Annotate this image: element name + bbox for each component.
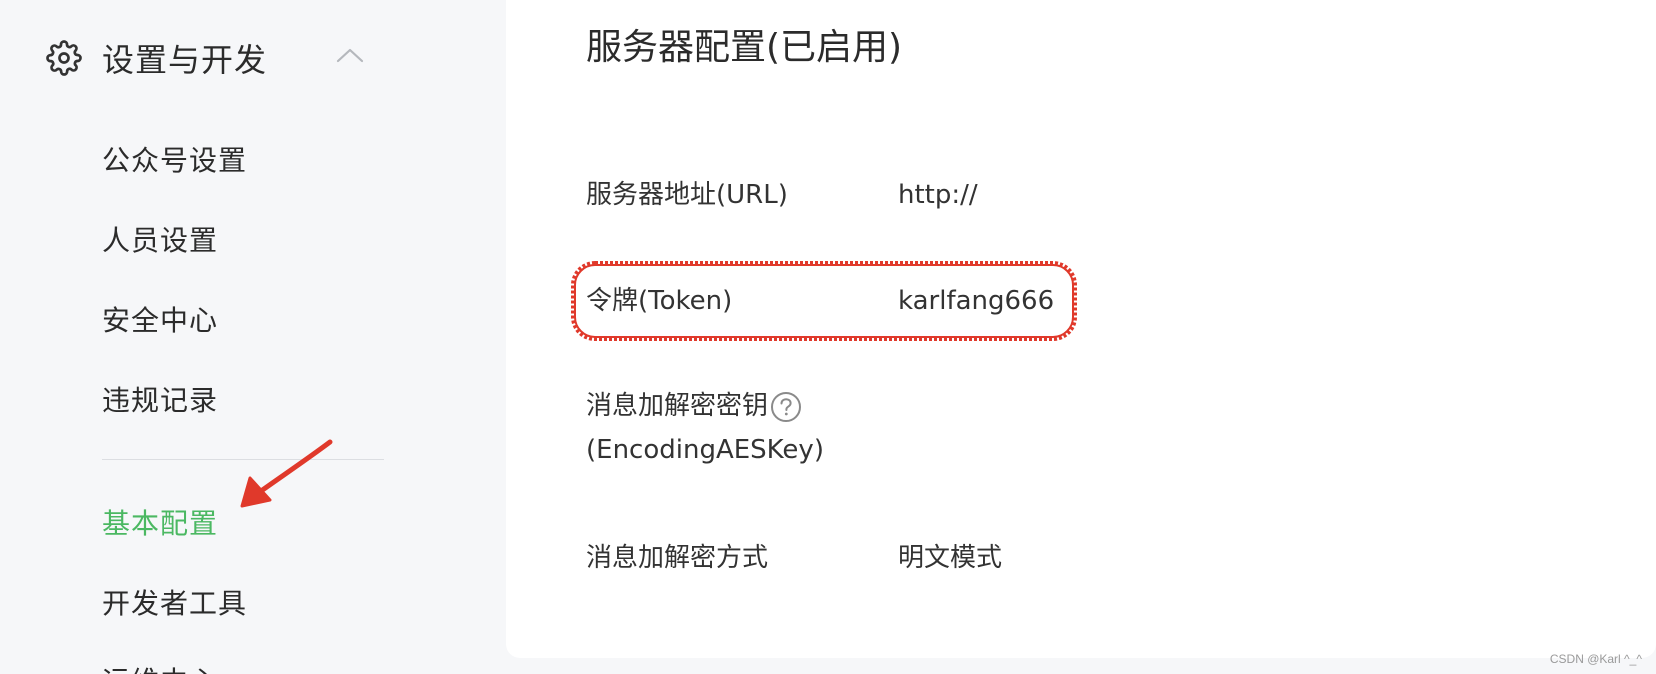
sidebar-item-ops-center[interactable]: 运维中心 <box>102 660 218 674</box>
app-window: 设置与开发 公众号设置 人员设置 安全中心 违规记录 基本配置 开发者工具 运维… <box>0 0 1656 674</box>
encoding-aes-key-label-line1: 消息加解密密钥 <box>586 391 769 421</box>
encryption-mode-value: 明文模式 <box>898 543 1003 573</box>
annotation-arrow <box>240 439 333 508</box>
section-title: 设置与开发 <box>102 41 268 79</box>
main-panel: 服务器配置(已启用) 服务器地址(URL) http:// 令牌(Token) … <box>506 0 1656 658</box>
chevron-up-icon[interactable] <box>334 44 366 68</box>
encoding-aes-key-label: 消息加解密密钥 (EncodingAESKey) <box>586 384 824 472</box>
sidebar-item-developer-tools[interactable]: 开发者工具 <box>102 582 247 622</box>
sidebar-item-basic-config[interactable]: 基本配置 <box>102 502 218 542</box>
question-circle-icon[interactable] <box>770 391 802 423</box>
watermark: CSDN @Karl ^_^ <box>1549 652 1642 666</box>
gear-icon <box>46 40 82 76</box>
sidebar: 设置与开发 公众号设置 人员设置 安全中心 违规记录 基本配置 开发者工具 运维… <box>0 0 506 674</box>
sidebar-item-personnel-settings[interactable]: 人员设置 <box>102 219 218 259</box>
sidebar-item-violation-records[interactable]: 违规记录 <box>102 379 218 419</box>
server-url-value: http:// <box>898 180 978 210</box>
encoding-aes-key-label-line2: (EncodingAESKey) <box>586 435 824 465</box>
token-value: karlfang666 <box>898 286 1055 316</box>
token-label: 令牌(Token) <box>586 286 733 316</box>
sidebar-item-account-settings[interactable]: 公众号设置 <box>102 139 247 179</box>
settings-section-header[interactable]: 设置与开发 <box>46 32 366 84</box>
sidebar-item-security-center[interactable]: 安全中心 <box>102 299 218 339</box>
page-title: 服务器配置(已启用) <box>586 27 903 68</box>
server-url-label: 服务器地址(URL) <box>586 180 788 210</box>
encryption-mode-label: 消息加解密方式 <box>586 543 769 573</box>
